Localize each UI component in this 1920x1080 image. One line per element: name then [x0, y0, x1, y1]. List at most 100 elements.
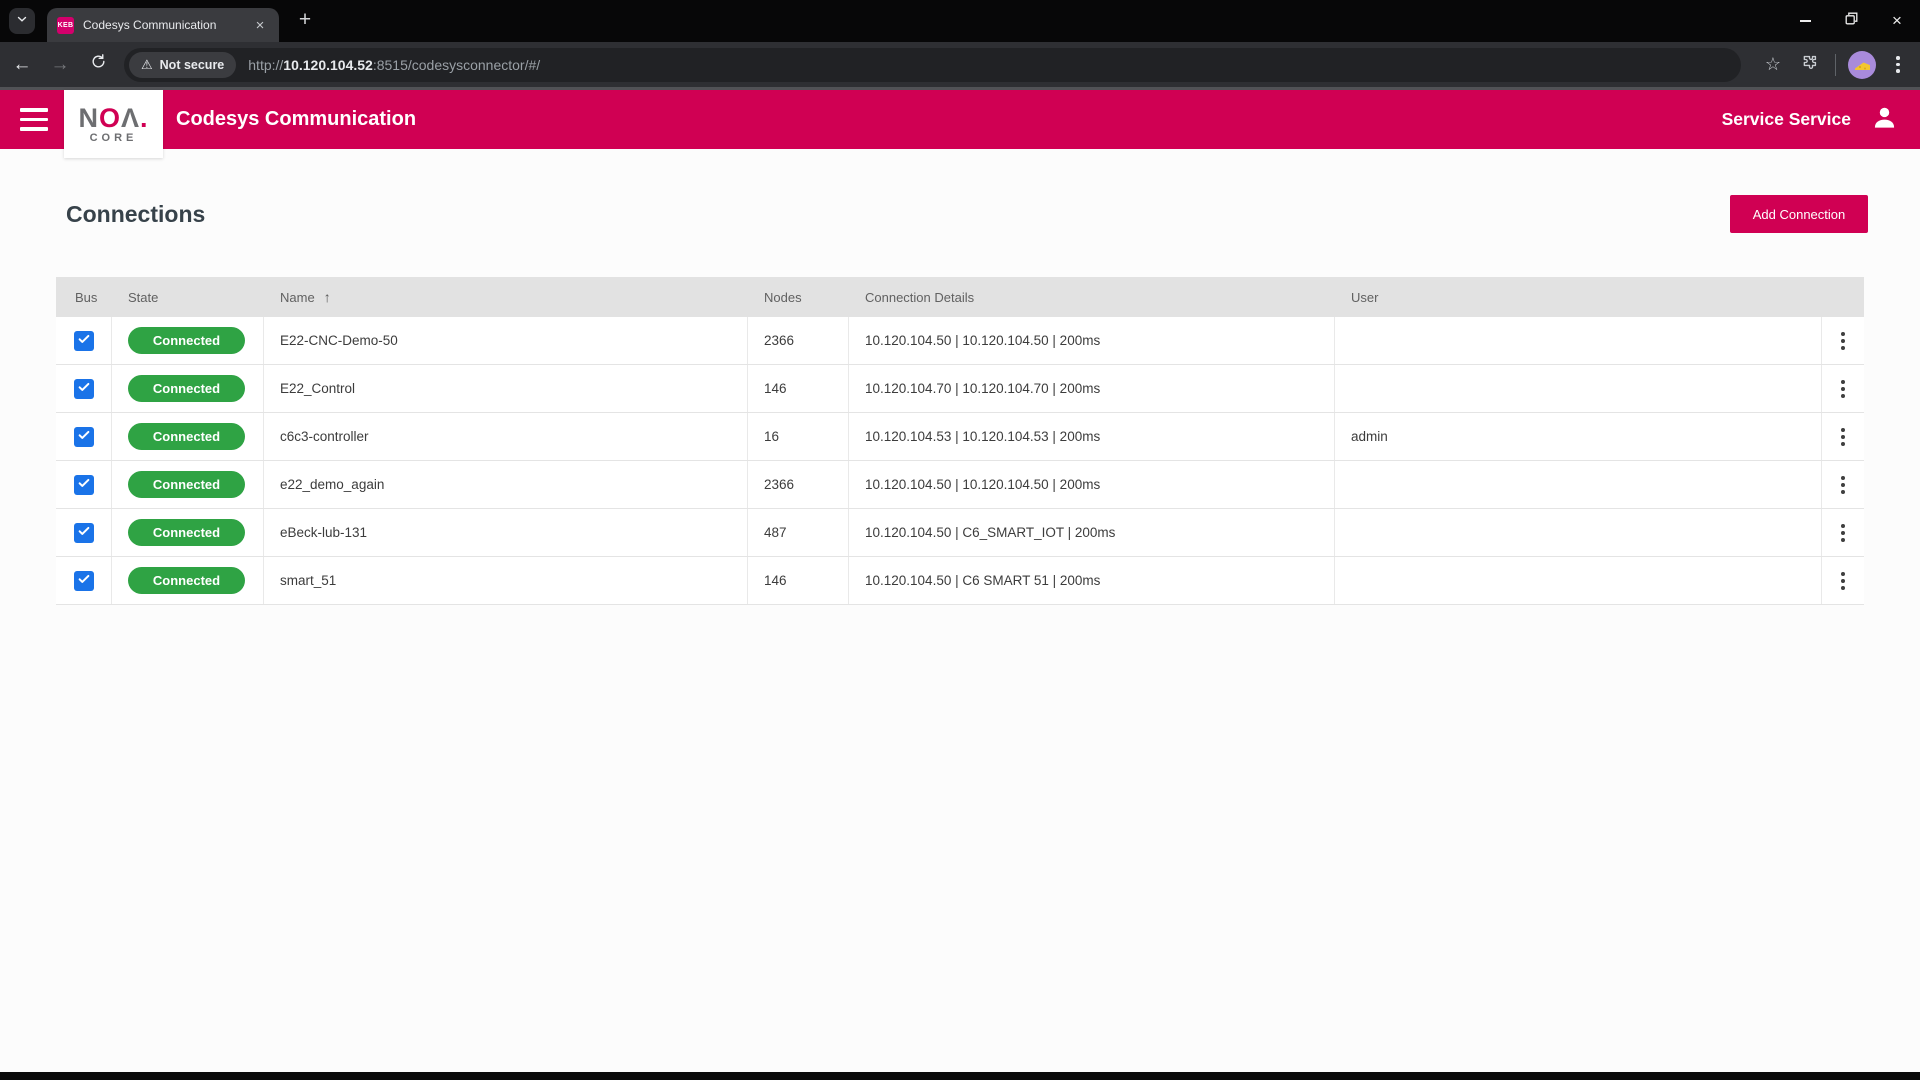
nodes-cell: 2366: [748, 461, 849, 508]
forward-button[interactable]: →: [44, 49, 76, 81]
table-row: Connected e22_demo_again 2366 10.120.104…: [56, 461, 1864, 509]
tab-title: Codesys Communication: [83, 18, 251, 32]
browser-toolbar: ← → ⚠ Not secure http://10.120.104.52:85…: [0, 42, 1920, 90]
page-head: Connections Add Connection: [66, 195, 1868, 233]
state-cell: Connected: [112, 413, 264, 460]
table-body: Connected E22-CNC-Demo-50 2366 10.120.10…: [56, 317, 1864, 605]
back-icon: ←: [13, 54, 32, 76]
app-title: Codesys Communication: [176, 108, 416, 131]
column-header-name[interactable]: Name↑: [264, 289, 748, 305]
state-cell: Connected: [112, 461, 264, 508]
forward-icon: →: [51, 54, 70, 76]
connection-name-cell: smart_51: [264, 557, 748, 604]
row-actions-cell: [1822, 509, 1864, 556]
bus-checkbox[interactable]: [74, 427, 94, 447]
row-actions-cell: [1822, 461, 1864, 508]
bus-checkbox[interactable]: [74, 523, 94, 543]
connection-name-cell: e22_demo_again: [264, 461, 748, 508]
bus-checkbox[interactable]: [74, 571, 94, 591]
row-menu-button[interactable]: [1841, 524, 1845, 542]
table-row: Connected eBeck-lub-131 487 10.120.104.5…: [56, 509, 1864, 557]
state-badge: Connected: [128, 375, 245, 402]
row-menu-button[interactable]: [1841, 380, 1845, 398]
nodes-cell: 146: [748, 365, 849, 412]
column-header-bus[interactable]: Bus: [56, 290, 112, 305]
user-cell: [1335, 509, 1822, 556]
state-badge: Connected: [128, 423, 245, 450]
checkmark-icon: [77, 524, 91, 541]
table-row: Connected c6c3-controller 16 10.120.104.…: [56, 413, 1864, 461]
sort-ascending-icon: ↑: [324, 289, 331, 305]
connection-name-cell: eBeck-lub-131: [264, 509, 748, 556]
column-header-user[interactable]: User: [1335, 290, 1822, 305]
row-menu-button[interactable]: [1841, 572, 1845, 590]
address-bar[interactable]: ⚠ Not secure http://10.120.104.52:8515/c…: [124, 48, 1741, 82]
row-menu-button[interactable]: [1841, 332, 1845, 350]
bus-checkbox[interactable]: [74, 475, 94, 495]
table-row: Connected E22_Control 146 10.120.104.70 …: [56, 365, 1864, 413]
app-page: NOΛ. CORE Codesys Communication Service …: [0, 90, 1920, 1072]
row-menu-button[interactable]: [1841, 428, 1845, 446]
column-header-state[interactable]: State: [112, 290, 264, 305]
security-chip[interactable]: ⚠ Not secure: [129, 52, 236, 78]
url-rest: :8515/codesysconnector/#/: [373, 57, 540, 73]
row-menu-button[interactable]: [1841, 476, 1845, 494]
star-icon: ☆: [1765, 54, 1781, 75]
minimize-button[interactable]: [1782, 0, 1828, 42]
window-close-button[interactable]: ×: [1874, 0, 1920, 42]
reload-button[interactable]: [82, 49, 114, 81]
reload-icon: [90, 53, 107, 76]
chevron-down-icon: [15, 12, 29, 31]
url-host: 10.120.104.52: [283, 57, 373, 73]
bus-checkbox[interactable]: [74, 331, 94, 351]
state-cell: Connected: [112, 365, 264, 412]
browser-tab-active[interactable]: KEB Codesys Communication ×: [47, 8, 279, 42]
column-header-nodes[interactable]: Nodes: [748, 290, 849, 305]
nodes-cell: 2366: [748, 317, 849, 364]
connection-details-cell: 10.120.104.70 | 10.120.104.70 | 200ms: [849, 365, 1335, 412]
bus-checkbox[interactable]: [74, 379, 94, 399]
tab-close-icon[interactable]: ×: [251, 16, 269, 34]
puzzle-icon: [1800, 53, 1819, 77]
connections-table: Bus State Name↑ Nodes Connection Details…: [56, 277, 1864, 605]
keb-favicon: KEB: [57, 17, 74, 34]
new-tab-button[interactable]: +: [293, 8, 317, 32]
person-icon[interactable]: [1871, 104, 1898, 136]
extensions-button[interactable]: [1795, 51, 1823, 79]
connection-details-cell: 10.120.104.50 | C6_SMART_IOT | 200ms: [849, 509, 1335, 556]
table-header-row: Bus State Name↑ Nodes Connection Details…: [56, 277, 1864, 317]
browser-window: KEB Codesys Communication × + × ← → ⚠: [0, 0, 1920, 1080]
checkmark-icon: [77, 476, 91, 493]
connection-details-cell: 10.120.104.50 | C6 SMART 51 | 200ms: [849, 557, 1335, 604]
browser-menu-button[interactable]: [1884, 51, 1912, 79]
column-header-details[interactable]: Connection Details: [849, 290, 1335, 305]
toolbar-right: ☆: [1751, 51, 1912, 79]
restore-button[interactable]: [1828, 0, 1874, 42]
row-actions-cell: [1822, 365, 1864, 412]
state-badge: Connected: [128, 471, 245, 498]
nodes-cell: 487: [748, 509, 849, 556]
warning-icon: ⚠: [141, 57, 153, 73]
taskbar-edge: [0, 1072, 1920, 1080]
bus-cell: [56, 317, 112, 364]
restore-icon: [1845, 12, 1858, 30]
url-text[interactable]: http://10.120.104.52:8515/codesysconnect…: [248, 57, 540, 73]
user-cell: [1335, 461, 1822, 508]
add-connection-button[interactable]: Add Connection: [1730, 195, 1868, 233]
hamburger-menu-button[interactable]: [20, 108, 48, 131]
connection-name-cell: E22-CNC-Demo-50: [264, 317, 748, 364]
checkmark-icon: [77, 380, 91, 397]
user-cell: [1335, 317, 1822, 364]
logo-core-text: CORE: [90, 132, 138, 144]
state-cell: Connected: [112, 557, 264, 604]
header-user-area: Service Service: [1722, 104, 1920, 136]
page-title: Connections: [66, 201, 205, 228]
bookmark-star-button[interactable]: ☆: [1759, 51, 1787, 79]
bus-cell: [56, 509, 112, 556]
back-button[interactable]: ←: [6, 49, 38, 81]
bus-cell: [56, 557, 112, 604]
noa-core-logo: NOΛ. CORE: [64, 90, 163, 158]
connection-name-cell: c6c3-controller: [264, 413, 748, 460]
tab-search-button[interactable]: [9, 8, 35, 34]
profile-avatar[interactable]: [1848, 51, 1876, 79]
